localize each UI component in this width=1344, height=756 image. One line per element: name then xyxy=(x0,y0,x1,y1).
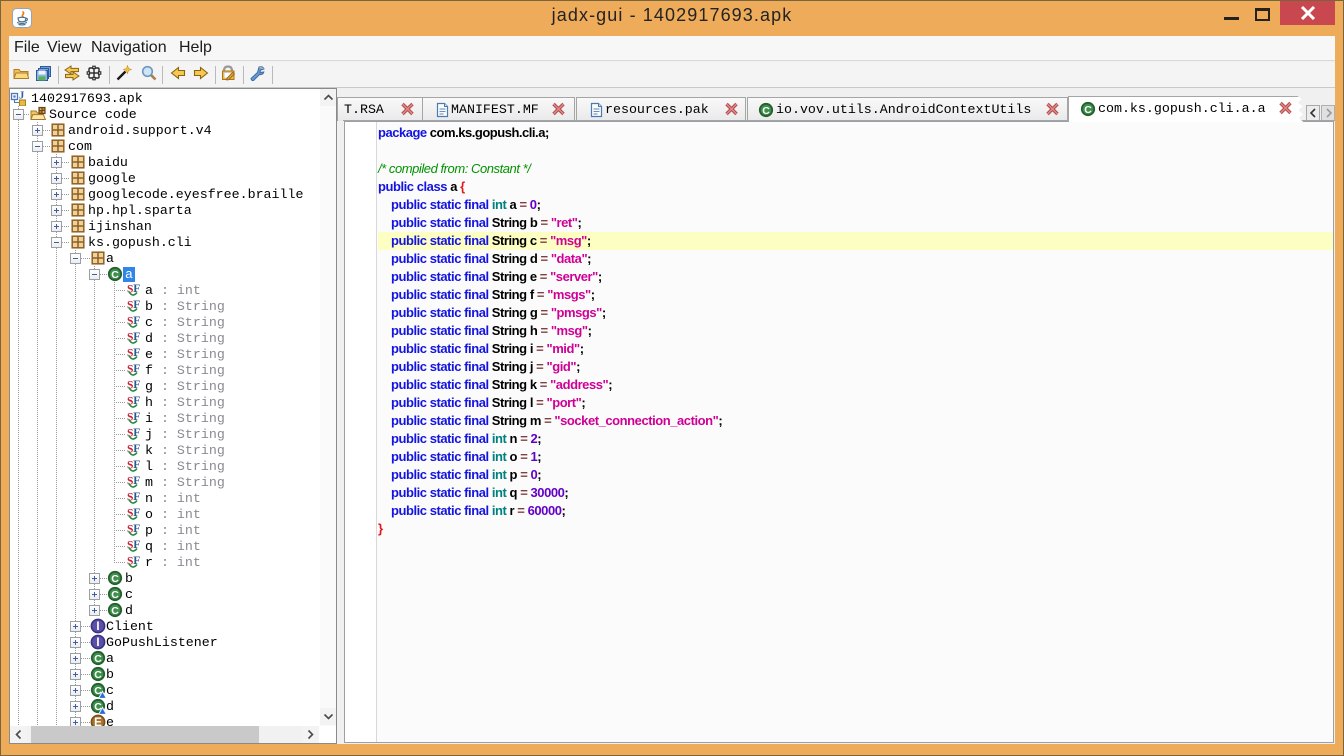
svg-text:I: I xyxy=(96,621,99,633)
svg-text:C: C xyxy=(111,573,119,585)
svg-text:C: C xyxy=(1084,104,1092,116)
svg-text:C: C xyxy=(94,653,102,665)
svg-text:C: C xyxy=(762,105,770,117)
svg-text:I: I xyxy=(96,637,99,649)
svg-text:C: C xyxy=(94,669,102,681)
svg-text:C: C xyxy=(111,269,119,281)
svg-text:J: J xyxy=(19,91,24,102)
svg-text:C: C xyxy=(111,605,119,617)
svg-text:C: C xyxy=(111,589,119,601)
